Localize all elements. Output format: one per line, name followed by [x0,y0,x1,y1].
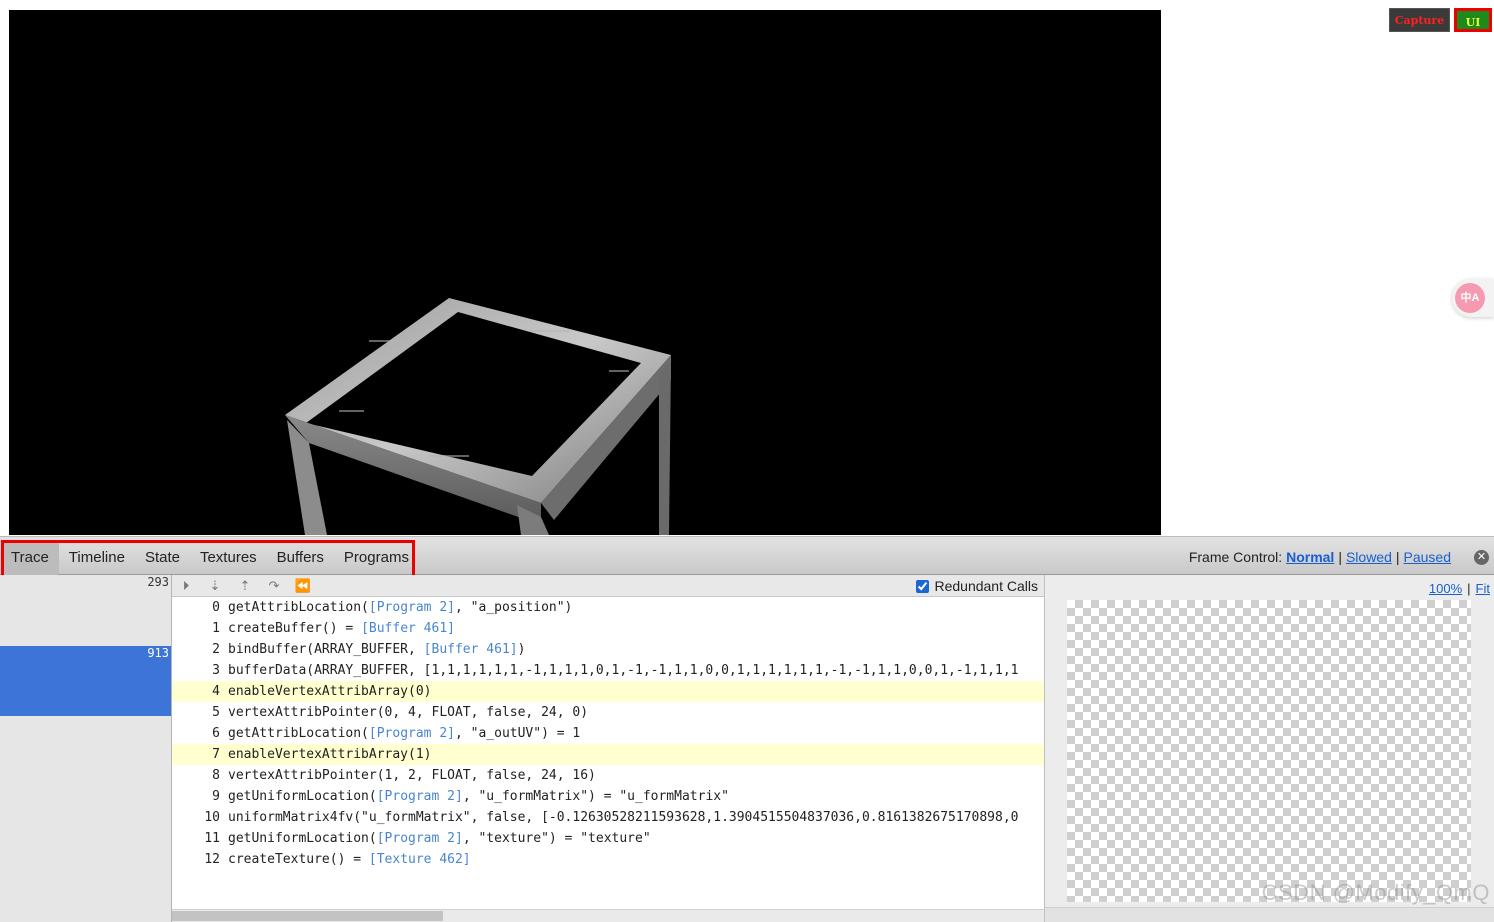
call-row[interactable]: 9 getUniformLocation([Program 2], "u_form… [172,786,1044,807]
preview-canvas [1067,600,1471,902]
object-ref-link[interactable]: [Program 2] [369,726,455,741]
preview-scrollbar[interactable] [1045,907,1494,922]
call-text: ) [517,642,526,657]
call-text: getUniformLocation( [228,831,377,846]
call-number: 9 [212,789,220,804]
call-row[interactable]: 3 bufferData(ARRAY_BUFFER, [1,1,1,1,1,1,-… [172,660,1044,681]
call-row[interactable]: 6 getAttribLocation([Program 2], "a_outUV… [172,723,1044,744]
capture-button[interactable]: Capture [1389,8,1450,32]
redundant-calls-checkbox[interactable] [916,580,930,593]
call-text: bufferData(ARRAY_BUFFER, [1,1,1,1,1,1,-1… [228,663,1019,678]
call-row[interactable]: 4 enableVertexAttribArray(0) [172,681,1044,702]
tab-buffers[interactable]: Buffers [267,541,334,575]
tab-programs[interactable]: Programs [334,541,419,575]
call-row[interactable]: 8 vertexAttribPointer(1, 2, FLOAT, false,… [172,765,1044,786]
call-row[interactable]: 0 getAttribLocation([Program 2], "a_posit… [172,597,1044,618]
call-text: getAttribLocation( [228,726,369,741]
call-text: uniformMatrix4fv("u_formMatrix", false, … [228,810,1019,825]
call-text: , "a_position") [454,600,573,615]
frame-control-normal[interactable]: Normal [1286,549,1334,565]
call-row[interactable]: 2 bindBuffer(ARRAY_BUFFER, [Buffer 461]) [172,639,1044,660]
call-row[interactable]: 10 uniformMatrix4fv("u_formMatrix", false… [172,807,1044,828]
watermark: CSDN @Modify_QmQ [1261,880,1490,905]
object-ref-link[interactable]: [Program 2] [369,600,455,615]
object-ref-link[interactable]: [Buffer 461] [424,642,518,657]
trace-toolbar: ⏵ ⇣ ⇡ ↷ ⏪ Redundant Calls [172,575,1044,597]
zoom-100-link[interactable]: 100% [1429,581,1462,596]
object-ref-link[interactable]: [Texture 462] [369,852,471,867]
call-text: getUniformLocation( [228,789,377,804]
webgl-canvas[interactable] [9,10,1161,535]
object-ref-link[interactable]: [Program 2] [377,789,463,804]
call-row[interactable]: 11 getUniformLocation([Program 2], "textu… [172,828,1044,849]
frame-item-selected[interactable]: 913 [0,646,171,716]
call-number: 1 [212,621,220,636]
scrollbar-thumb[interactable] [172,911,443,921]
tab-trace[interactable]: Trace [1,541,59,575]
step-over-icon[interactable]: ⇣ [205,577,225,595]
close-icon[interactable]: ✕ [1474,550,1489,565]
tab-timeline[interactable]: Timeline [59,541,135,575]
zoom-fit-link[interactable]: Fit [1476,581,1490,596]
call-text: vertexAttribPointer(0, 4, FLOAT, false, … [228,705,589,720]
translate-button[interactable]: 中A [1452,279,1494,317]
object-ref-link[interactable]: [Program 2] [377,831,463,846]
frame-item[interactable]: 293 [0,575,171,645]
call-text: , "u_formMatrix") = "u_formMatrix" [462,789,729,804]
play-icon[interactable]: ⏵ [176,577,196,595]
tab-state[interactable]: State [135,541,190,575]
call-number: 10 [204,810,220,825]
call-text: vertexAttribPointer(1, 2, FLOAT, false, … [228,768,596,783]
call-number: 12 [204,852,220,867]
frame-control-label: Frame Control: [1188,549,1283,565]
step-out-icon[interactable]: ⇡ [235,577,255,595]
call-number: 6 [212,726,220,741]
call-number: 5 [212,705,220,720]
call-row[interactable]: 5 vertexAttribPointer(0, 4, FLOAT, false,… [172,702,1044,723]
call-trace-list[interactable]: 0 getAttribLocation([Program 2], "a_posit… [172,597,1044,909]
object-ref-link[interactable]: [Buffer 461] [361,621,455,636]
translate-icon: 中A [1455,283,1485,313]
frame-control-slowed[interactable]: Slowed [1346,549,1392,565]
call-text: createTexture() = [228,852,369,867]
call-text: bindBuffer(ARRAY_BUFFER, [228,642,424,657]
trace-horizontal-scrollbar[interactable] [172,909,1044,922]
frame-list: 293 913 [0,575,172,922]
texture-preview-panel: 100% | Fit [1044,575,1494,922]
call-text: , "a_outUV") = 1 [454,726,581,741]
tab-textures[interactable]: Textures [190,541,267,575]
redundant-calls-label: Redundant Calls [934,578,1038,594]
call-number: 8 [212,768,220,783]
call-text: enableVertexAttribArray(0) [228,684,432,699]
call-text: createBuffer() = [228,621,362,636]
call-number: 11 [204,831,220,846]
step-forward-icon[interactable]: ↷ [264,577,284,595]
zoom-controls: 100% | Fit [1428,581,1490,596]
call-number: 4 [212,684,220,699]
frame-control: Frame Control: Normal | Slowed | Paused [1188,549,1451,565]
call-row[interactable]: 1 createBuffer() = [Buffer 461] [172,618,1044,639]
call-number: 0 [212,600,220,615]
call-row[interactable]: 7 enableVertexAttribArray(1) [172,744,1044,765]
rewind-icon[interactable]: ⏪ [293,577,313,595]
call-text: enableVertexAttribArray(1) [228,747,432,762]
call-row[interactable]: 12 createTexture() = [Texture 462] [172,849,1044,870]
ui-toggle-button[interactable]: UI [1454,8,1492,32]
call-text: getAttribLocation( [228,600,369,615]
frame-control-paused[interactable]: Paused [1404,549,1451,565]
call-number: 2 [212,642,220,657]
rendered-cube [285,298,671,535]
call-text: , "texture") = "texture" [462,831,651,846]
call-number: 7 [212,747,220,762]
redundant-calls-toggle[interactable]: Redundant Calls [916,577,1038,595]
call-number: 3 [212,663,220,678]
